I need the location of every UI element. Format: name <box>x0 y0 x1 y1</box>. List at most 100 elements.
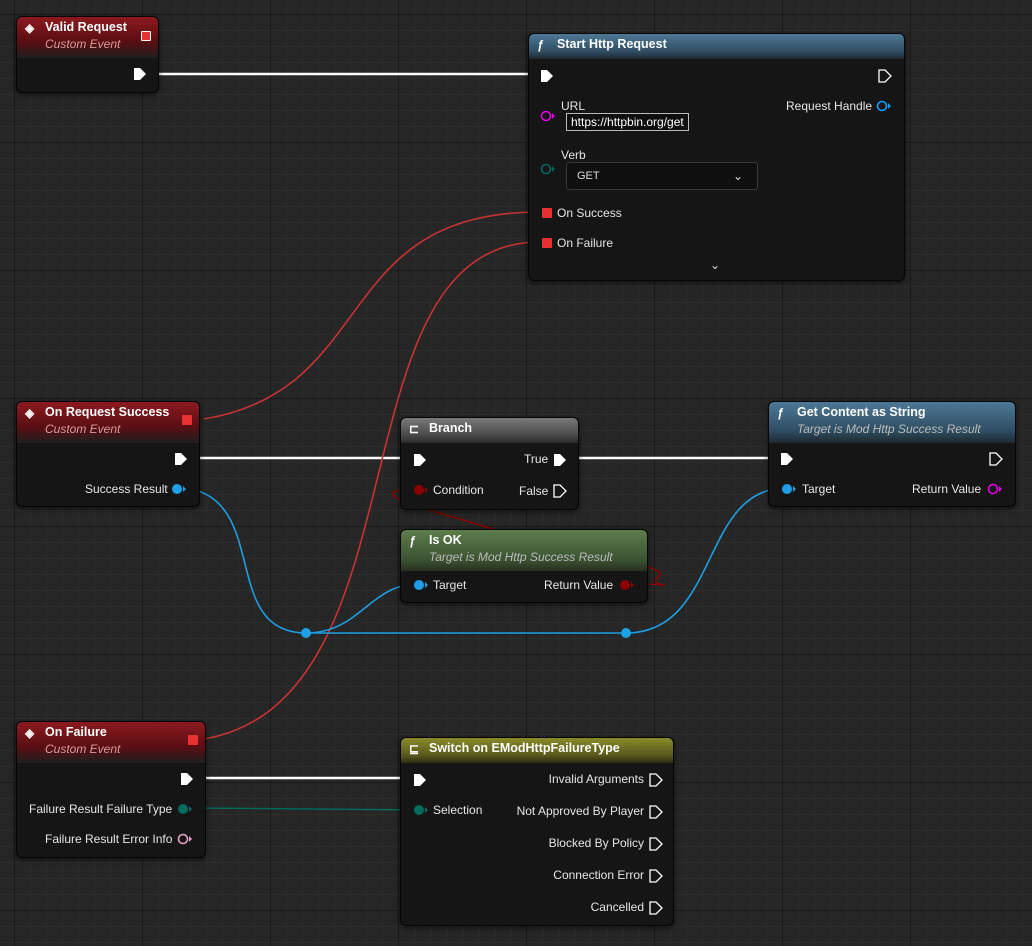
event-diamond-icon: ◈ <box>25 406 35 420</box>
verb-label: Verb <box>561 148 586 162</box>
error-info-label: Failure Result Error Info <box>45 832 173 846</box>
switch-output-label: Not Approved By Player <box>516 804 644 818</box>
switch-output-label: Cancelled <box>590 900 644 914</box>
node-header: ƒ Is OK Target is Mod Http Success Resul… <box>401 530 647 571</box>
node-subtitle: Custom Event <box>45 422 121 436</box>
exec-out-pin[interactable] <box>649 837 663 851</box>
url-input[interactable]: https://httpbin.org/get <box>566 113 689 131</box>
struct-pin[interactable] <box>171 483 187 495</box>
chevron-down-icon[interactable]: ⌄ <box>710 258 720 272</box>
node-title: On Failure <box>45 725 107 739</box>
exec-out-pin[interactable] <box>649 773 663 787</box>
node-valid-request[interactable]: ◈ Valid Request Custom Event <box>16 16 159 93</box>
exec-in-pin[interactable] <box>413 453 427 467</box>
verb-value: GET <box>577 170 600 182</box>
string-pin[interactable] <box>987 483 1003 495</box>
target-label: Target <box>433 578 467 592</box>
node-subtitle: Custom Event <box>45 37 121 51</box>
exec-out-pin[interactable] <box>878 69 892 83</box>
request-handle-label: Request Handle <box>786 99 873 113</box>
node-get-content-as-string[interactable]: ƒ Get Content as String Target is Mod Ht… <box>768 401 1016 507</box>
function-f-icon: ƒ <box>777 406 784 420</box>
enum-wire <box>191 807 419 811</box>
on-failure-label: On Failure <box>557 236 614 250</box>
blueprint-graph[interactable]: ◈ Valid Request Custom Event ƒ Start Htt… <box>0 0 1032 946</box>
delegate-pin[interactable] <box>182 415 192 425</box>
bool-pin[interactable] <box>619 579 635 591</box>
node-header: ƒ Get Content as String Target is Mod Ht… <box>769 402 1015 443</box>
exec-in-pin[interactable] <box>780 452 794 466</box>
exec-out-pin[interactable] <box>989 452 1003 466</box>
event-diamond-icon: ◈ <box>25 726 35 740</box>
delegate-pin[interactable] <box>188 735 198 745</box>
reroute-knot <box>301 628 311 638</box>
struct-pin[interactable] <box>781 483 797 495</box>
true-label: True <box>524 452 549 466</box>
node-title: Get Content as String <box>797 405 926 419</box>
node-subtitle: Target is Mod Http Success Result <box>429 550 613 564</box>
node-header: ◈ Valid Request Custom Event <box>17 17 158 58</box>
node-is-ok[interactable]: ƒ Is OK Target is Mod Http Success Resul… <box>400 529 648 603</box>
branch-icon: ⊏ <box>409 422 420 436</box>
node-title: Switch on EModHttpFailureType <box>429 741 620 755</box>
reroute-knot <box>621 628 631 638</box>
exec-out-pin[interactable] <box>553 484 567 498</box>
handle-pin[interactable] <box>876 100 892 112</box>
struct-wire <box>185 487 307 634</box>
selection-label: Selection <box>433 803 483 817</box>
node-start-http-request[interactable]: ƒ Start Http Request URL https://httpbin… <box>528 33 905 281</box>
verb-dropdown[interactable]: GET ⌄ <box>566 162 758 190</box>
return-value-label: Return Value <box>912 482 982 496</box>
exec-out-pin[interactable] <box>180 772 194 786</box>
node-header: ƒ Start Http Request <box>529 34 904 59</box>
exec-out-pin[interactable] <box>649 901 663 915</box>
target-label: Target <box>802 482 836 496</box>
node-title: Is OK <box>429 533 462 547</box>
failure-type-label: Failure Result Failure Type <box>29 802 173 816</box>
node-title: Branch <box>429 421 473 435</box>
exec-out-pin[interactable] <box>553 453 567 467</box>
node-subtitle: Custom Event <box>45 742 121 756</box>
switch-output-label: Connection Error <box>553 868 644 882</box>
on-success-label: On Success <box>557 206 622 220</box>
enum-pin[interactable] <box>177 803 193 815</box>
node-header: ⊑ Switch on EModHttpFailureType <box>401 738 673 763</box>
switch-output-label: Blocked By Policy <box>548 836 644 850</box>
exec-out-pin[interactable] <box>133 67 147 81</box>
node-switch-failure-type[interactable]: ⊑ Switch on EModHttpFailureType Selectio… <box>400 737 674 926</box>
event-diamond-icon: ◈ <box>25 21 35 35</box>
struct-pin[interactable] <box>177 833 193 845</box>
delegate-pin[interactable] <box>542 238 552 248</box>
node-title: Valid Request <box>45 20 127 34</box>
node-on-failure[interactable]: ◈ On Failure Custom Event Failure Result… <box>16 721 206 858</box>
condition-label: Condition <box>433 483 484 497</box>
function-f-icon: ƒ <box>409 534 416 548</box>
node-subtitle: Target is Mod Http Success Result <box>797 422 981 436</box>
node-header: ◈ On Request Success Custom Event <box>17 402 199 443</box>
exec-out-pin[interactable] <box>174 452 188 466</box>
node-title: Start Http Request <box>557 37 667 51</box>
node-header: ⊏ Branch <box>401 418 578 443</box>
exec-out-pin[interactable] <box>649 869 663 883</box>
success-result-label: Success Result <box>85 482 168 496</box>
enum-pin[interactable] <box>413 804 429 816</box>
return-value-label: Return Value <box>544 578 614 592</box>
switch-output-label: Invalid Arguments <box>548 772 644 786</box>
node-branch[interactable]: ⊏ Branch True Condition False <box>400 417 579 510</box>
bool-pin[interactable] <box>413 484 429 496</box>
exec-in-pin[interactable] <box>413 773 427 787</box>
delegate-pin[interactable] <box>141 31 151 41</box>
struct-wire <box>625 487 787 634</box>
delegate-wire <box>203 211 541 420</box>
string-pin[interactable] <box>540 110 556 122</box>
delegate-pin[interactable] <box>542 208 552 218</box>
exec-in-pin[interactable] <box>540 69 554 83</box>
struct-pin[interactable] <box>413 579 429 591</box>
function-f-icon: ƒ <box>537 38 544 52</box>
node-on-request-success[interactable]: ◈ On Request Success Custom Event Succes… <box>16 401 200 507</box>
false-label: False <box>519 484 549 498</box>
enum-pin[interactable] <box>540 163 556 175</box>
exec-out-pin[interactable] <box>649 805 663 819</box>
switch-icon: ⊑ <box>409 742 420 756</box>
chevron-down-icon: ⌄ <box>732 169 743 183</box>
